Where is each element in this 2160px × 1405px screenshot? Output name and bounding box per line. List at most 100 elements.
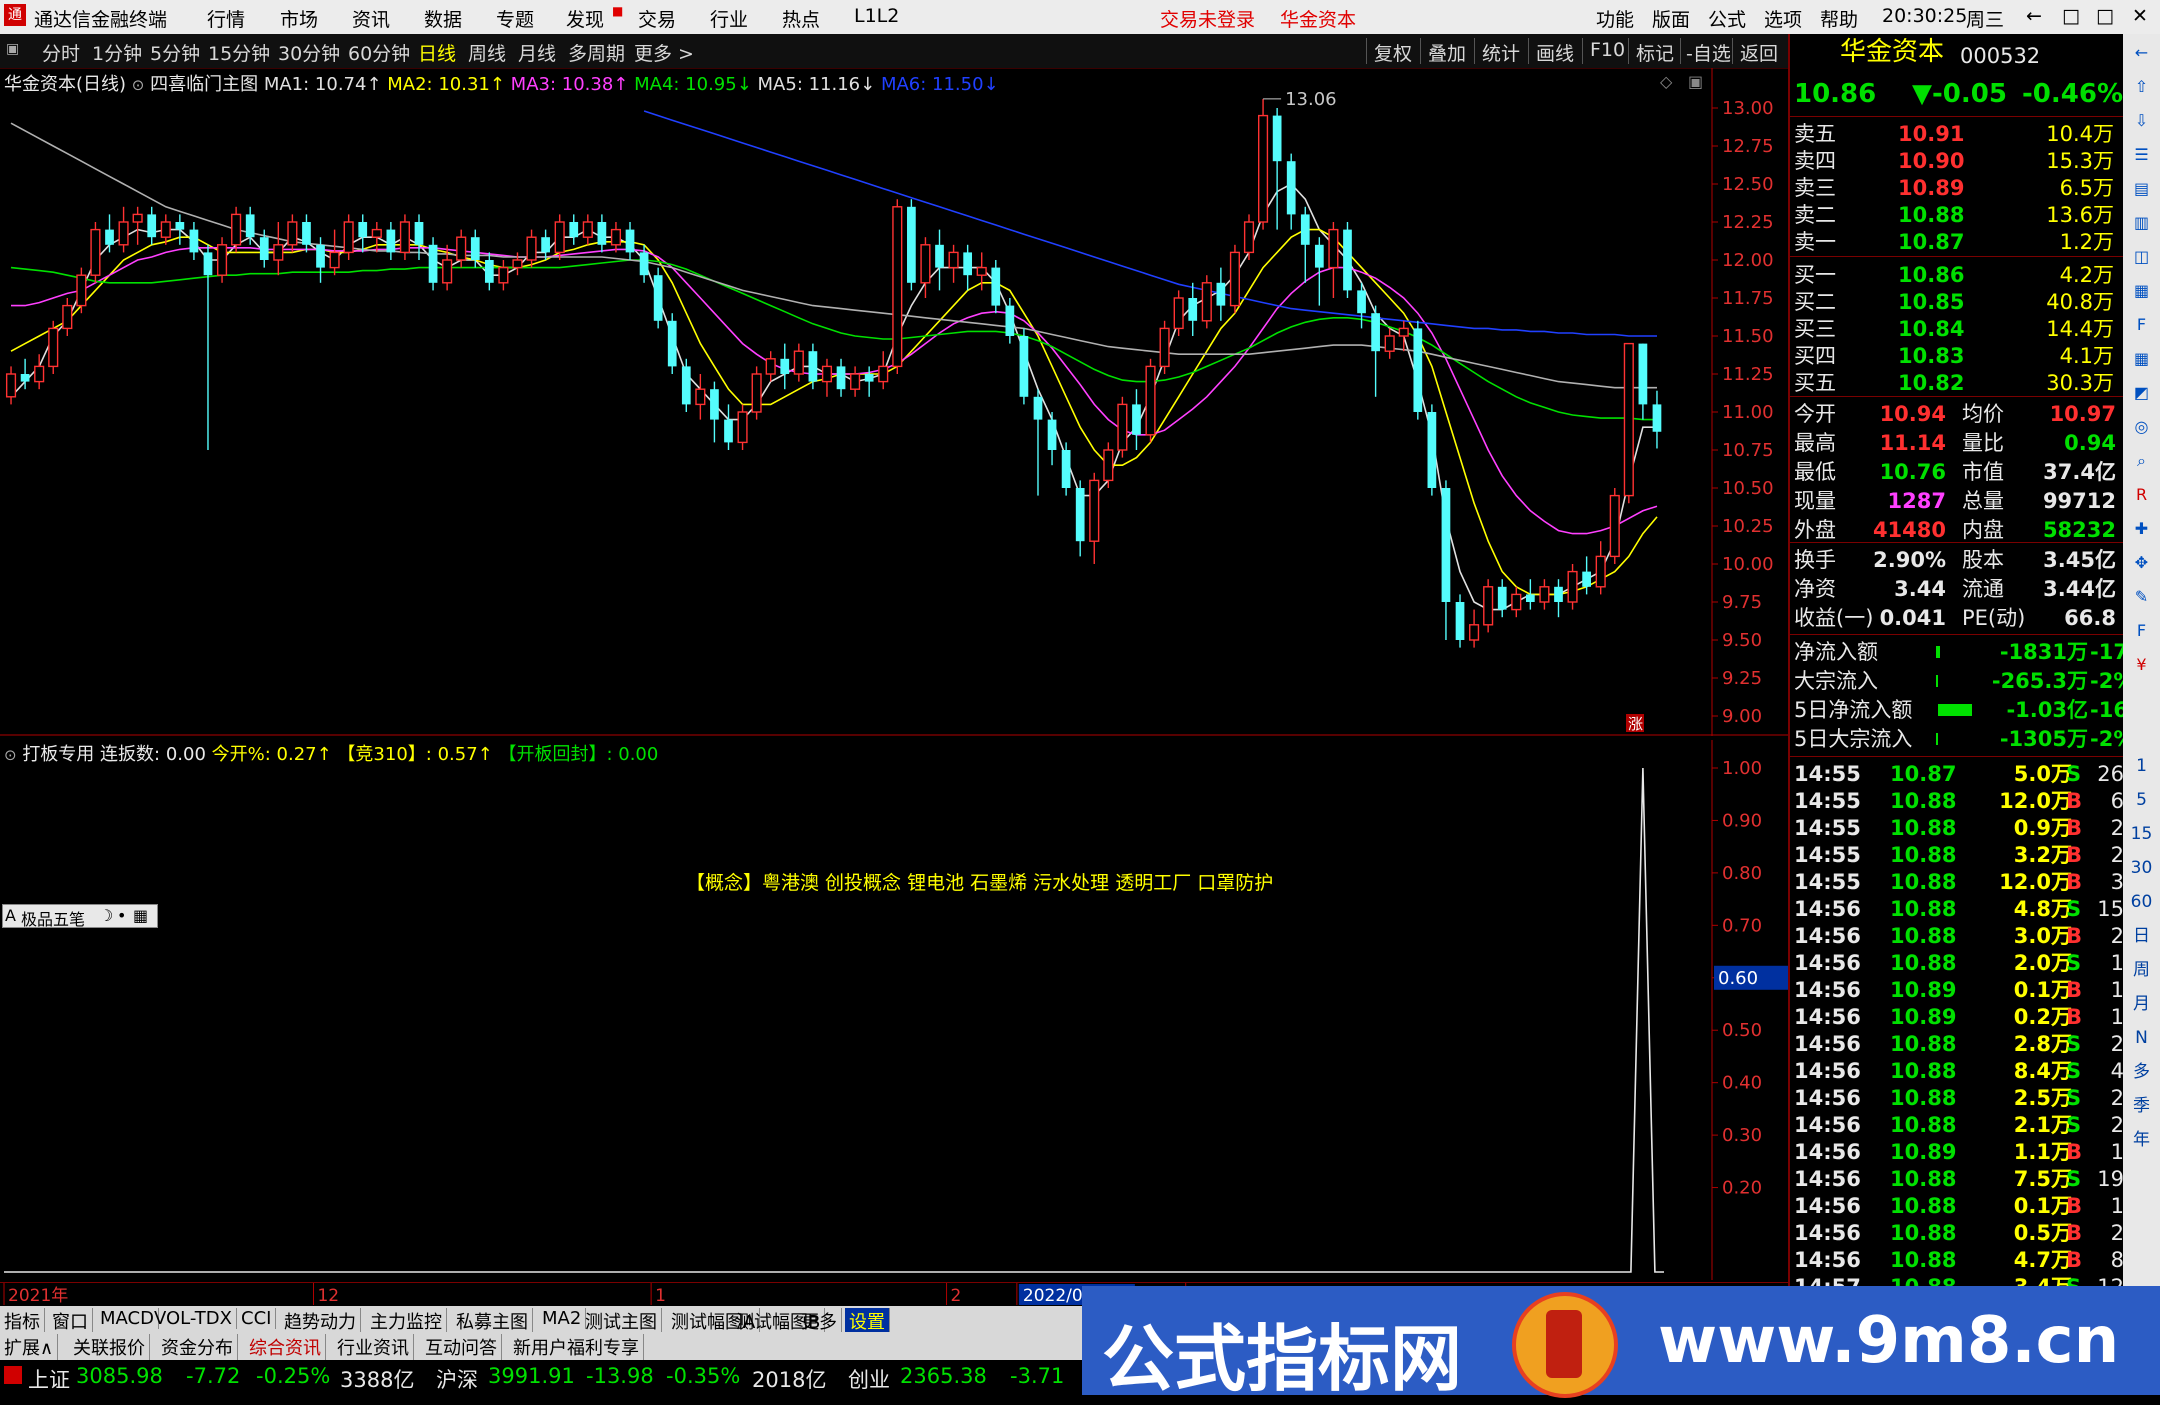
indicator-tab-14[interactable]: 设置 <box>845 1308 890 1334</box>
menu-item-market[interactable]: 市场 <box>280 5 318 32</box>
indicator-tab-13[interactable]: 更多 <box>797 1308 842 1334</box>
menu-item-l1l2[interactable]: L1L2 <box>854 5 899 27</box>
indicator-tab-2[interactable]: 窗口 <box>48 1308 93 1334</box>
indicator-tab-1[interactable]: 指标 <box>0 1308 45 1334</box>
side-period-4[interactable]: 30 <box>2129 856 2154 881</box>
kline-icon[interactable]: ▥ <box>2129 210 2154 235</box>
plus-icon[interactable]: ✚ <box>2129 516 2154 541</box>
stats-button[interactable]: 统计 <box>1482 39 1520 66</box>
side-period-3[interactable]: 15 <box>2129 822 2154 847</box>
period-tab-monthly[interactable]: 月线 <box>518 39 556 66</box>
candle-body <box>386 229 396 253</box>
stat2-label: PE(动) <box>1962 606 2026 630</box>
side-period-9[interactable]: N <box>2129 1026 2154 1051</box>
period-tab-weekly[interactable]: 周线 <box>468 39 506 66</box>
info-tab-5[interactable]: 行业资讯 <box>333 1334 414 1360</box>
remove-watchlist-button[interactable]: -自选 <box>1686 39 1731 66</box>
maximize-icon[interactable]: □ <box>2096 5 2114 27</box>
period-tab-15min[interactable]: 15分钟 <box>208 39 270 66</box>
arrow-left-icon[interactable]: ← <box>2129 40 2154 65</box>
menu-item-hot[interactable]: 热点 <box>782 5 820 32</box>
menu-item-layout[interactable]: 版面 <box>1652 5 1690 32</box>
arrow-down-icon[interactable]: ⇩ <box>2129 108 2154 133</box>
menu-item-formula[interactable]: 公式 <box>1708 5 1746 32</box>
book-volume: 1.2万 <box>2059 230 2114 254</box>
overlay-button[interactable]: 叠加 <box>1428 39 1466 66</box>
back-icon[interactable]: ← <box>2026 5 2042 27</box>
menu-item-industry[interactable]: 行业 <box>710 5 748 32</box>
search-icon[interactable]: ⌕ <box>2129 448 2154 473</box>
side-period-12[interactable]: 年 <box>2129 1128 2154 1153</box>
info-tab-2[interactable]: 关联报价 <box>69 1334 150 1360</box>
f10-icon[interactable]: F <box>2129 312 2154 337</box>
chart-icon[interactable]: ◩ <box>2129 380 2154 405</box>
grid-icon[interactable]: ▤ <box>2129 176 2154 201</box>
info-tab-4[interactable]: 综合资讯 <box>245 1334 326 1360</box>
period-tab-multi[interactable]: 多周期 <box>568 39 625 66</box>
zoom-icon[interactable]: ◎ <box>2129 414 2154 439</box>
period-tab-60min[interactable]: 60分钟 <box>348 39 410 66</box>
arrow-up-icon[interactable]: ⇧ <box>2129 74 2154 99</box>
period-tab-5min[interactable]: 5分钟 <box>150 39 200 66</box>
f10-button[interactable]: F10 <box>1590 39 1625 61</box>
indicator-tab-7[interactable]: 主力监控 <box>366 1308 447 1334</box>
mark-button[interactable]: 标记 <box>1636 39 1674 66</box>
side-period-7[interactable]: 周 <box>2129 958 2154 983</box>
menu-item-news[interactable]: 资讯 <box>352 5 390 32</box>
indicator-tab-6[interactable]: 趋势动力 <box>280 1308 361 1334</box>
info-tab-3[interactable]: 资金分布 <box>157 1334 238 1360</box>
table-icon[interactable]: ▦ <box>2129 346 2154 371</box>
pen-icon[interactable]: ✎ <box>2129 584 2154 609</box>
move-icon[interactable]: ✥ <box>2129 550 2154 575</box>
side-period-1[interactable]: 1 <box>2129 754 2154 779</box>
info-tab-7[interactable]: 新用户福利专享 <box>509 1334 644 1360</box>
menu-item-trade[interactable]: 交易 <box>638 5 676 32</box>
kline-chart[interactable]: 华金资本(日线) ⊙ 四喜临门主图 MA1: 10.74↑ MA2: 10.31… <box>0 68 1788 736</box>
period-tab-1min[interactable]: 1分钟 <box>92 39 142 66</box>
indicator-tab-9[interactable]: MA2 <box>538 1308 587 1329</box>
side-period-5[interactable]: 60 <box>2129 890 2154 915</box>
period-tab-30min[interactable]: 30分钟 <box>278 39 340 66</box>
stat-label: 内盘 <box>1962 518 2004 542</box>
menu-item-topics[interactable]: 专题 <box>496 5 534 32</box>
period-tab-daily[interactable]: 日线 <box>418 39 456 66</box>
menu-item-data[interactable]: 数据 <box>424 5 462 32</box>
minimize-icon[interactable]: □ <box>2062 5 2080 27</box>
back-button[interactable]: 返回 <box>1740 39 1778 66</box>
draw-line-button[interactable]: 画线 <box>1536 39 1574 66</box>
side-period-11[interactable]: 季 <box>2129 1094 2154 1119</box>
info-tab-1[interactable]: 扩展∧ <box>0 1334 59 1360</box>
indicator-chart[interactable]: ⊙ 打板专用 连扳数: 0.00 今开%: 0.27↑ 【竞310】: 0.57… <box>0 740 1788 1280</box>
news-icon[interactable]: ▦ <box>2129 278 2154 303</box>
sh-pct: -0.25% <box>256 1364 331 1388</box>
indicator-tab-10[interactable]: 测试主图 <box>581 1308 662 1334</box>
fund-icon[interactable]: ◫ <box>2129 244 2154 269</box>
menu-item-function[interactable]: 功能 <box>1596 5 1634 32</box>
menu-item-help[interactable]: 帮助 <box>1820 5 1858 32</box>
login-status[interactable]: 交易未登录 <box>1160 5 1255 32</box>
close-icon[interactable]: ✕ <box>2132 5 2148 27</box>
candle <box>1103 442 1114 488</box>
menu-item-discover[interactable]: 发现 <box>566 5 604 32</box>
indicator-tab-8[interactable]: 私募主图 <box>452 1308 533 1334</box>
period-tab-more[interactable]: 更多 > <box>634 39 694 66</box>
period-tab-intraday[interactable]: 分时 <box>42 39 80 66</box>
adjust-button[interactable]: 复权 <box>1374 39 1412 66</box>
indicator-tab-4[interactable]: VOL-TDX <box>150 1308 237 1329</box>
menu-item-quotes[interactable]: 行情 <box>207 5 245 32</box>
rsi-icon[interactable]: R <box>2129 482 2154 507</box>
side-period-2[interactable]: 5 <box>2129 788 2154 813</box>
menu-item-options[interactable]: 选项 <box>1764 5 1802 32</box>
tick-count: 1 <box>2110 978 2124 1002</box>
indicator-tab-5[interactable]: CCI <box>237 1308 277 1329</box>
list-icon[interactable]: ☰ <box>2129 142 2154 167</box>
info-tab-6[interactable]: 互动问答 <box>421 1334 502 1360</box>
candle-body <box>484 260 494 283</box>
side-period-8[interactable]: 月 <box>2129 992 2154 1017</box>
side-period-10[interactable]: 多 <box>2129 1060 2154 1085</box>
fs-icon[interactable]: F <box>2129 618 2154 643</box>
tick-volume: 0.1万 <box>2013 978 2072 1002</box>
money-icon[interactable]: ¥ <box>2129 652 2154 677</box>
side-period-6[interactable]: 日 <box>2129 924 2154 949</box>
menu-square-icon[interactable]: ▣ <box>6 41 19 57</box>
